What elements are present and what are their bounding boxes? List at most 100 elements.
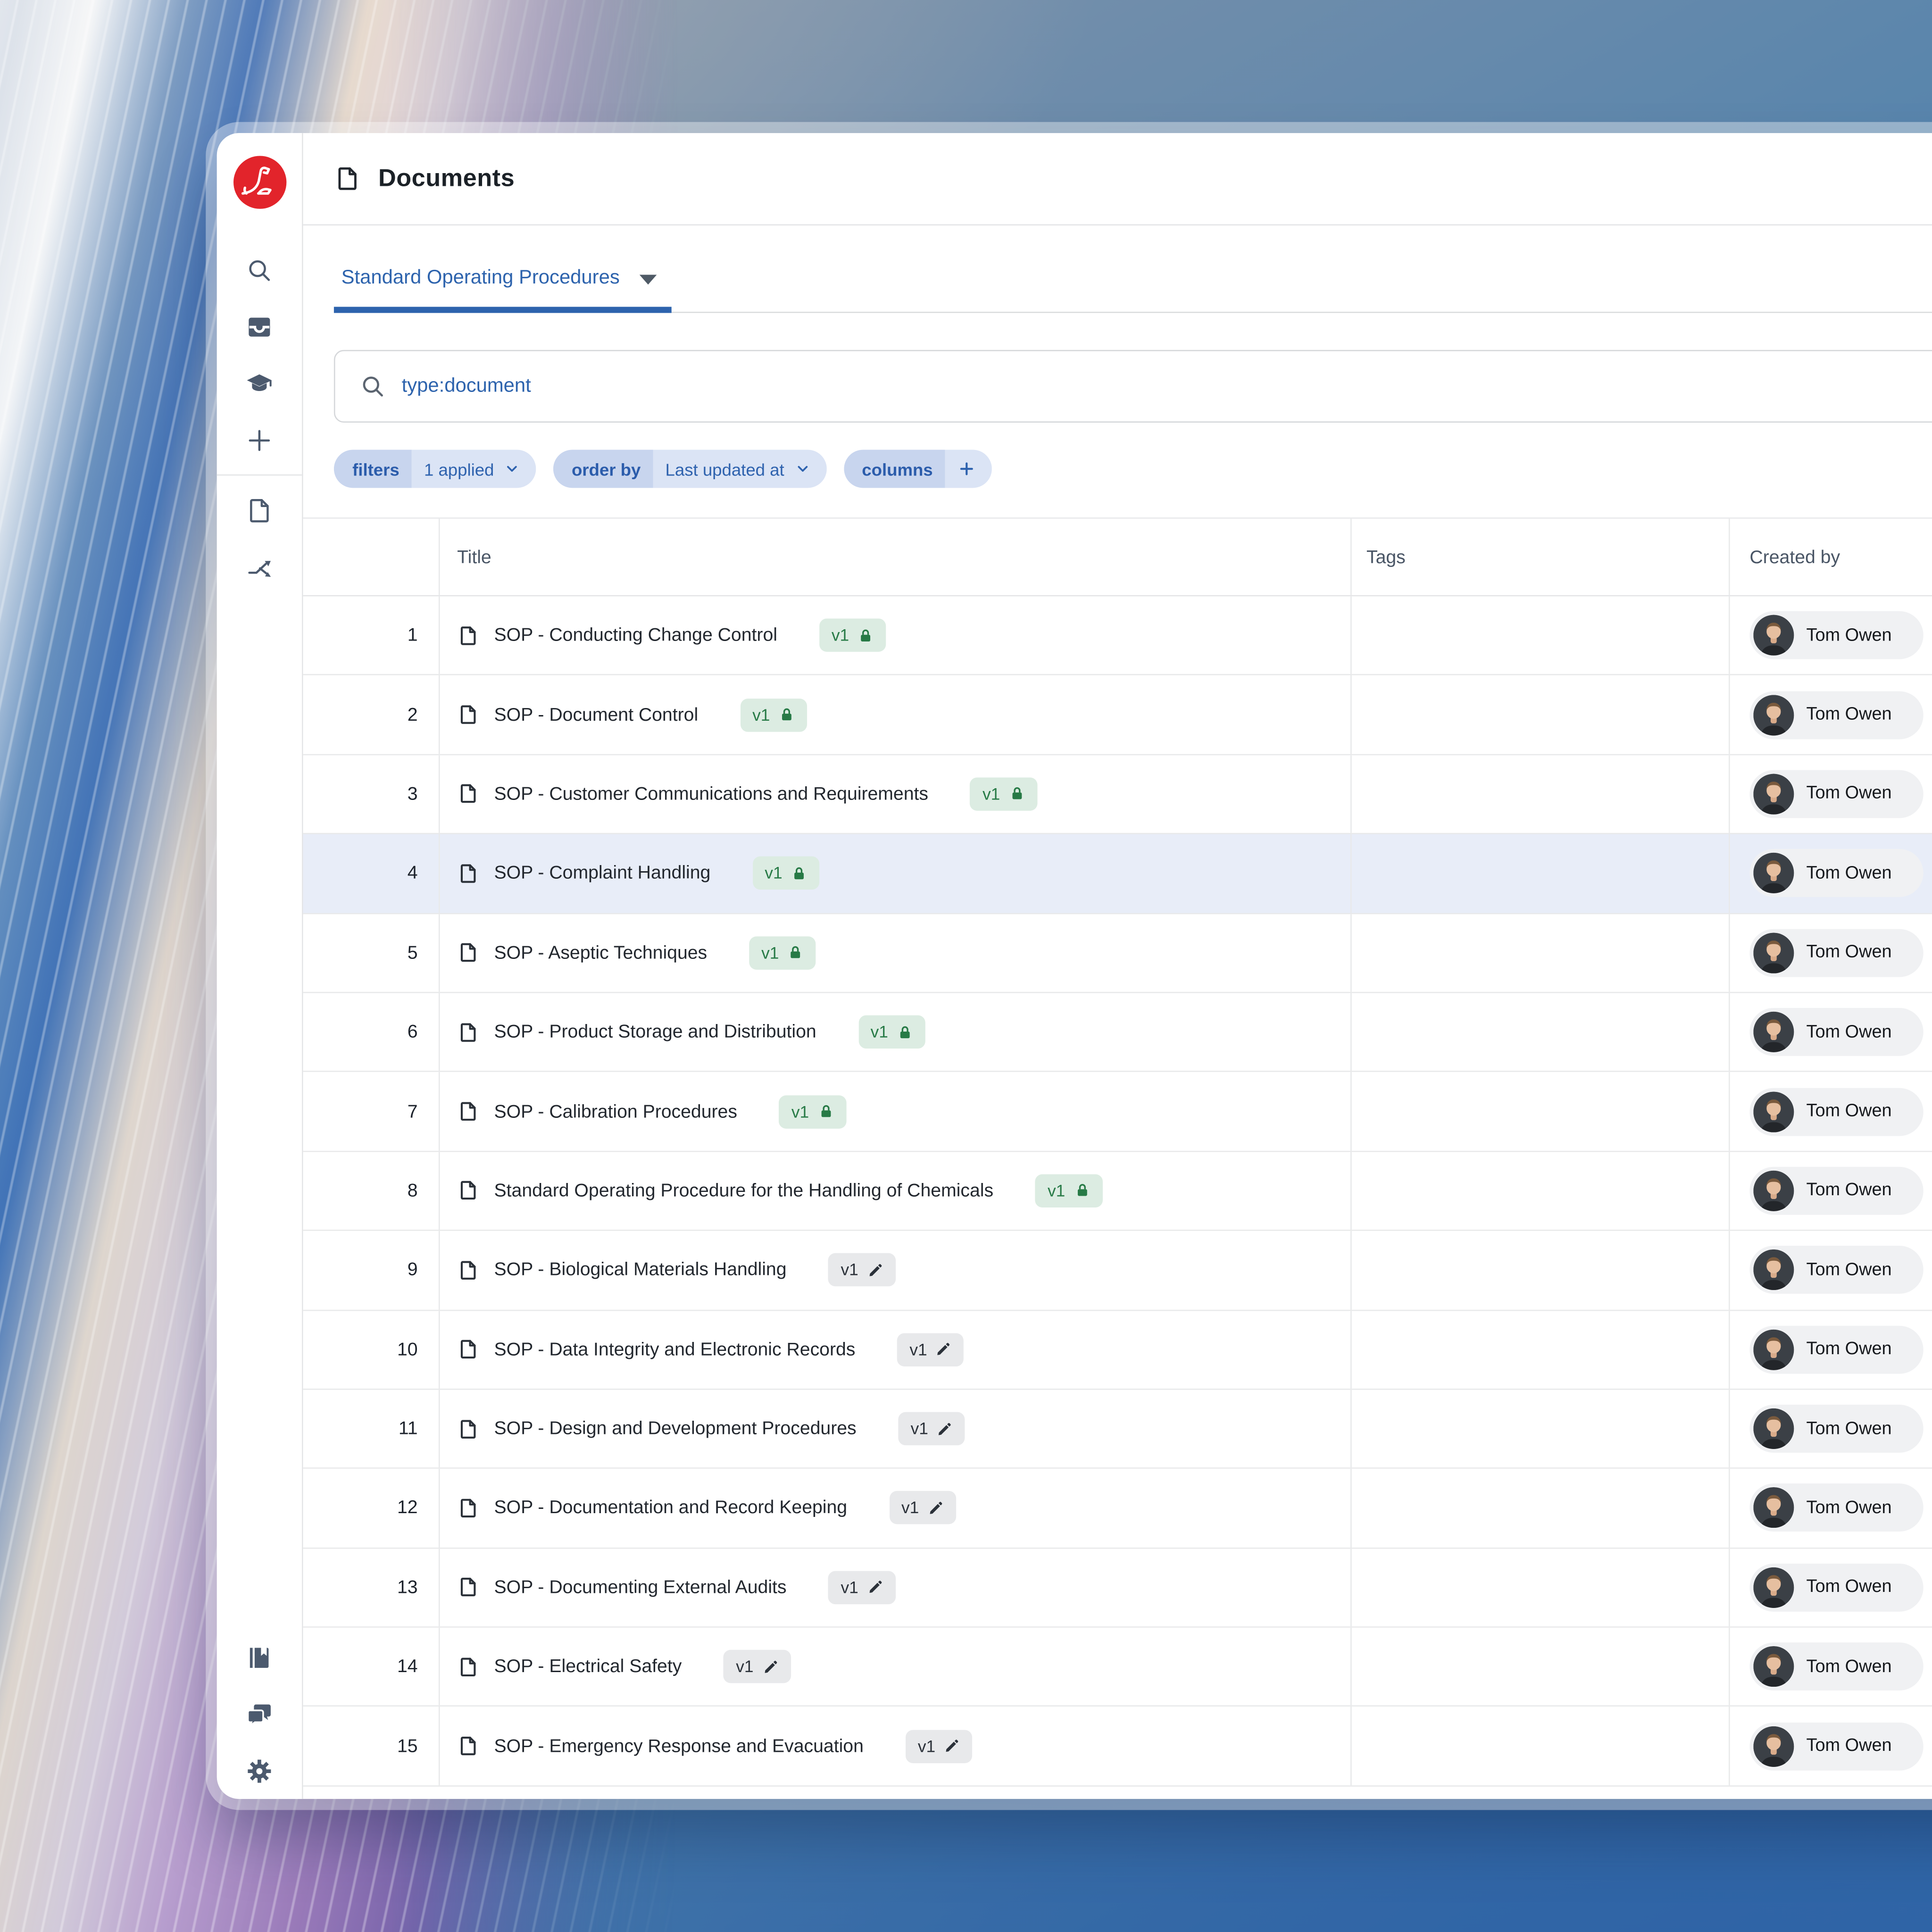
created-by-name: Tom Owen <box>1806 1340 1892 1359</box>
document-icon <box>460 1578 476 1597</box>
table-row[interactable]: 2 SOP - Document Control v1 Tom Owen <box>303 675 1932 755</box>
created-by-name: Tom Owen <box>1806 1498 1892 1518</box>
avatar <box>1753 774 1794 815</box>
table-row[interactable]: 5 SOP - Aseptic Techniques v1 Tom Owen <box>303 914 1932 993</box>
sidebar-divider <box>217 474 303 476</box>
pencil-icon <box>930 1502 942 1514</box>
avatar <box>1753 694 1794 735</box>
document-title: SOP - Conducting Change Control <box>494 625 777 646</box>
desktop: Documents Standard Operating Procedures … <box>0 0 1932 1932</box>
tab-standard-operating-procedures[interactable]: Standard Operating Procedures <box>333 258 672 313</box>
columns-chip[interactable]: columns <box>843 450 992 488</box>
sidebar-item-knowledge-base[interactable] <box>232 1629 286 1685</box>
graduation-cap-icon <box>247 374 272 391</box>
row-number: 10 <box>303 1310 440 1389</box>
search-icon <box>249 259 270 281</box>
avatar <box>1753 1725 1794 1767</box>
order-by-chip[interactable]: order by Last updated at <box>553 450 826 488</box>
table-row[interactable]: 3 SOP - Customer Communications and Requ… <box>303 755 1932 834</box>
sidebar-item-workflows[interactable] <box>232 539 286 595</box>
table-row[interactable]: 9 SOP - Biological Materials Handling v1 <box>303 1231 1932 1311</box>
document-icon <box>460 1340 476 1359</box>
document-title: Standard Operating Procedure for the Han… <box>494 1180 994 1201</box>
created-by-chip: Tom Owen <box>1749 770 1924 818</box>
document-icon <box>250 498 269 522</box>
created-by-chip: Tom Owen <box>1749 1722 1924 1770</box>
tags-cell <box>1352 1548 1730 1627</box>
sidebar-item-documents[interactable] <box>232 482 286 538</box>
table-row[interactable]: 8 Standard Operating Procedure for the H… <box>303 1151 1932 1231</box>
table-row[interactable]: 10 SOP - Data Integrity and Electronic R… <box>303 1310 1932 1390</box>
table-row[interactable]: 4 SOP - Complaint Handling v1 Tom Owen <box>303 834 1932 914</box>
lock-icon <box>782 708 791 721</box>
inbox-icon <box>249 317 270 336</box>
document-title: SOP - Calibration Procedures <box>494 1101 737 1122</box>
header-title[interactable]: Title <box>440 518 1352 595</box>
created-by-chip: Tom Owen <box>1749 691 1924 739</box>
document-title: SOP - Biological Materials Handling <box>494 1259 787 1281</box>
documents-table: Title Tags Created by 1 SOP - Conducting… <box>303 517 1932 1787</box>
row-number: 6 <box>303 993 440 1071</box>
version-badge: v1 <box>897 1332 964 1366</box>
table-row[interactable]: 7 SOP - Calibration Procedures v1 Tom Ow… <box>303 1072 1932 1152</box>
lock-icon <box>900 1025 910 1038</box>
sidebar-item-training[interactable] <box>232 355 286 411</box>
document-title: SOP - Complaint Handling <box>494 863 711 884</box>
document-icon <box>460 1261 476 1280</box>
document-icon <box>460 626 476 645</box>
pencil-icon <box>939 1422 951 1435</box>
table-row[interactable]: 15 SOP - Emergency Response and Evacuati… <box>303 1707 1932 1787</box>
header-created-by[interactable]: Created by <box>1730 519 1932 595</box>
created-by-chip: Tom Owen <box>1749 1166 1924 1215</box>
tags-cell <box>1352 914 1730 992</box>
sidebar-item-feedback[interactable] <box>232 1686 286 1742</box>
sidebar <box>217 133 303 1799</box>
chevron-down-icon <box>639 275 657 285</box>
sidebar-item-inbox[interactable] <box>232 298 286 355</box>
header-tags[interactable]: Tags <box>1352 518 1730 595</box>
table-row[interactable]: 13 SOP - Documenting External Audits v1 <box>303 1548 1932 1628</box>
sidebar-item-search[interactable] <box>232 242 286 298</box>
avatar <box>1753 1329 1794 1370</box>
sidebar-item-add-new[interactable] <box>232 411 286 468</box>
document-title: SOP - Emergency Response and Evacuation <box>494 1735 864 1757</box>
created-by-chip: Tom Owen <box>1749 1246 1924 1294</box>
table-row[interactable]: 6 SOP - Product Storage and Distribution… <box>303 993 1932 1073</box>
table-row[interactable]: 11 SOP - Design and Development Procedur… <box>303 1390 1932 1469</box>
version-badge: v1 <box>752 857 819 890</box>
pencil-icon <box>946 1740 958 1752</box>
row-number: 3 <box>303 755 440 833</box>
version-badge: v1 <box>889 1491 956 1525</box>
document-icon <box>460 784 476 804</box>
created-by-name: Tom Owen <box>1806 1101 1892 1122</box>
created-by-name: Tom Owen <box>1806 1181 1892 1201</box>
tags-cell <box>1352 1390 1730 1468</box>
version-badge: v1 <box>1035 1174 1102 1208</box>
row-number: 11 <box>303 1390 440 1468</box>
document-icon <box>460 1023 476 1041</box>
tags-cell <box>1352 993 1730 1071</box>
brand-seal-logo[interactable] <box>230 153 289 212</box>
search-box[interactable] <box>333 350 1932 423</box>
table-row[interactable]: 12 SOP - Documentation and Record Keepin… <box>303 1469 1932 1549</box>
document-title: SOP - Customer Communications and Requir… <box>494 783 928 805</box>
search-input[interactable] <box>401 375 1932 398</box>
created-by-name: Tom Owen <box>1806 1419 1892 1439</box>
document-icon <box>460 1181 476 1200</box>
tags-cell <box>1352 1707 1730 1785</box>
avatar <box>1753 615 1794 656</box>
table-row[interactable]: 14 SOP - Electrical Safety v1 Tom Owen <box>303 1627 1932 1707</box>
document-icon <box>460 864 476 883</box>
document-title: SOP - Aseptic Techniques <box>494 942 708 964</box>
avatar <box>1753 1408 1794 1449</box>
document-icon <box>460 1499 476 1518</box>
created-by-name: Tom Owen <box>1806 1022 1892 1042</box>
table-row[interactable]: 1 SOP - Conducting Change Control v1 Tom… <box>303 596 1932 676</box>
gear-icon <box>248 1759 271 1782</box>
sidebar-item-settings[interactable] <box>232 1742 286 1799</box>
filters-chip[interactable]: filters 1 applied <box>333 450 536 488</box>
plus-icon <box>249 429 270 450</box>
created-by-chip: Tom Owen <box>1749 1642 1924 1691</box>
search-icon <box>363 376 383 397</box>
tags-cell <box>1352 1151 1730 1230</box>
